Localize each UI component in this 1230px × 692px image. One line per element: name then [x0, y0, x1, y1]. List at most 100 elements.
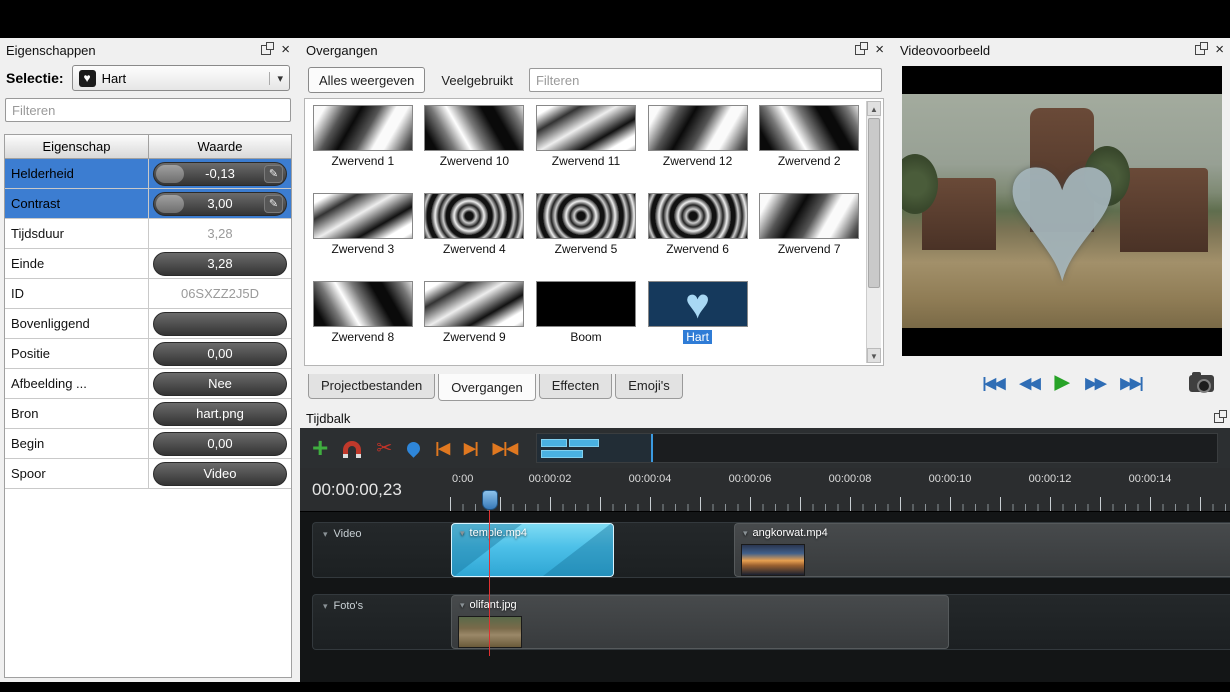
- undock-icon[interactable]: [1214, 410, 1227, 423]
- next-marker-button[interactable]: ▶|: [464, 439, 479, 457]
- edit-icon[interactable]: ✎: [264, 194, 283, 213]
- table-row[interactable]: Begin 0,00: [5, 429, 291, 459]
- value-pill[interactable]: 0,00: [153, 431, 287, 456]
- undock-icon[interactable]: [855, 42, 869, 55]
- value-pill[interactable]: hart.png: [153, 401, 287, 426]
- table-row[interactable]: Bron hart.png: [5, 399, 291, 429]
- edit-icon[interactable]: ✎: [264, 164, 283, 183]
- properties-filter-input[interactable]: [5, 98, 291, 122]
- scrollbar-thumb[interactable]: [868, 118, 880, 288]
- table-row[interactable]: ID 06SXZZ2J5D: [5, 279, 291, 309]
- jump-end-button[interactable]: ▶▶|: [1120, 374, 1143, 392]
- clip-name-text: angkorwat.mp4: [752, 527, 828, 539]
- table-row[interactable]: Positie 0,00: [5, 339, 291, 369]
- scroll-down-icon[interactable]: ▼: [867, 348, 881, 363]
- timeline-ruler[interactable]: 00:00:00,23 0:00 00:00:02 00:00:04 00:00…: [300, 468, 1230, 512]
- tab-project-files[interactable]: Projectbestanden: [308, 374, 436, 399]
- transition-thumbnail: [647, 193, 748, 239]
- center-playhead-button[interactable]: ▶|◀: [493, 439, 518, 457]
- undock-icon[interactable]: [261, 42, 275, 55]
- table-row[interactable]: Afbeelding ... Nee: [5, 369, 291, 399]
- tab-show-all[interactable]: Alles weergeven: [308, 67, 426, 93]
- transition-item[interactable]: Zwervend 2: [753, 105, 865, 193]
- fast-forward-button[interactable]: ▶▶: [1085, 374, 1106, 392]
- collapse-icon[interactable]: ▾: [323, 601, 328, 612]
- transition-item[interactable]: Zwervend 7: [753, 193, 865, 281]
- tab-common[interactable]: Veelgebruikt: [431, 67, 523, 93]
- playhead-handle[interactable]: [482, 490, 498, 510]
- transition-item[interactable]: Zwervend 11: [530, 105, 642, 193]
- transition-item[interactable]: Zwervend 8: [307, 281, 419, 363]
- value-pill[interactable]: [153, 311, 287, 336]
- transition-item-selected[interactable]: ♥ Hart: [642, 281, 754, 363]
- clip-menu-icon[interactable]: ▾: [460, 528, 465, 539]
- tab-transitions[interactable]: Overgangen: [438, 374, 536, 401]
- snapping-toggle-button[interactable]: [343, 441, 362, 458]
- value-pill[interactable]: 3,28: [153, 251, 287, 276]
- value-slider[interactable]: -0,13 ✎: [153, 161, 287, 186]
- play-button[interactable]: ▶: [1055, 371, 1070, 394]
- transition-item[interactable]: Zwervend 9: [419, 281, 531, 363]
- selection-dropdown[interactable]: ♥ Hart ▾: [71, 65, 290, 91]
- close-icon[interactable]: ×: [1215, 42, 1224, 57]
- transition-thumbnail: [759, 105, 860, 151]
- jump-start-button[interactable]: |◀◀: [982, 374, 1005, 392]
- track-label[interactable]: ▾ Video: [323, 528, 361, 540]
- clip-temple[interactable]: ▾ temple.mp4: [451, 523, 614, 577]
- slider-handle[interactable]: [156, 194, 184, 213]
- transition-item[interactable]: Boom: [530, 281, 642, 363]
- transition-name: Boom: [570, 330, 602, 344]
- transition-item[interactable]: Zwervend 10: [419, 105, 531, 193]
- table-row[interactable]: Helderheid -0,13 ✎: [5, 159, 291, 189]
- transition-item[interactable]: Zwervend 5: [530, 193, 642, 281]
- previous-marker-button[interactable]: |◀: [435, 439, 450, 457]
- clip-menu-icon[interactable]: ▾: [743, 528, 748, 539]
- snapshot-camera-button[interactable]: [1189, 372, 1214, 393]
- playback-controls: |◀◀ ◀◀ ▶ ▶▶ ▶▶|: [894, 371, 1230, 394]
- transition-item[interactable]: Zwervend 12: [642, 105, 754, 193]
- clip-menu-icon[interactable]: ▾: [460, 600, 465, 611]
- track-name-text: Video: [333, 528, 362, 540]
- scrollbar[interactable]: ▲ ▼: [866, 101, 881, 363]
- property-value: 0,00: [207, 436, 233, 451]
- value-pill[interactable]: Nee: [153, 371, 287, 396]
- transition-item[interactable]: Zwervend 4: [419, 193, 531, 281]
- value-slider[interactable]: 3,00 ✎: [153, 191, 287, 216]
- value-pill[interactable]: 0,00: [153, 341, 287, 366]
- transition-name: Zwervend 4: [443, 242, 506, 256]
- zoom-window-handle[interactable]: [537, 434, 654, 462]
- value-pill[interactable]: Video: [153, 461, 287, 486]
- table-row[interactable]: Tijdsduur 3,28: [5, 219, 291, 249]
- add-marker-button[interactable]: [404, 438, 423, 458]
- undock-icon[interactable]: [1195, 42, 1209, 55]
- clip-olifant[interactable]: ▾ olifant.jpg: [451, 595, 949, 649]
- add-track-button[interactable]: +: [312, 434, 328, 462]
- transition-item[interactable]: Zwervend 3: [307, 193, 419, 281]
- transition-item[interactable]: Zwervend 6: [642, 193, 754, 281]
- slider-handle[interactable]: [156, 164, 184, 183]
- track-label[interactable]: ▾ Foto's: [323, 600, 363, 612]
- razor-tool-button[interactable]: ✂: [376, 437, 392, 460]
- tab-effects[interactable]: Effecten: [538, 374, 613, 399]
- zoom-slider[interactable]: [536, 433, 1218, 463]
- close-icon[interactable]: ×: [875, 42, 884, 57]
- track-photos[interactable]: ▾ Foto's ▾ olifant.jpg: [312, 594, 1230, 650]
- transition-name: Zwervend 1: [331, 154, 395, 168]
- close-icon[interactable]: ×: [281, 42, 290, 57]
- tab-emoji[interactable]: Emoji's: [615, 374, 683, 399]
- transitions-filter-input[interactable]: [528, 68, 882, 92]
- transitions-title: Overgangen: [306, 42, 378, 58]
- table-row[interactable]: Bovenliggend: [5, 309, 291, 339]
- transition-thumbnail: [759, 193, 860, 239]
- rewind-button[interactable]: ◀◀: [1020, 374, 1041, 392]
- transition-item[interactable]: Zwervend 1: [307, 105, 419, 193]
- table-row[interactable]: Contrast 3,00 ✎: [5, 189, 291, 219]
- track-video[interactable]: ▾ Video ▾ temple.mp4 ▾ angkorwat.mp4: [312, 522, 1230, 578]
- scroll-up-icon[interactable]: ▲: [867, 101, 881, 116]
- ruler-label: 00:00:06: [728, 473, 772, 485]
- clip-angkorwat[interactable]: ▾ angkorwat.mp4: [734, 523, 1230, 577]
- table-row[interactable]: Einde 3,28: [5, 249, 291, 279]
- collapse-icon[interactable]: ▾: [323, 529, 328, 540]
- table-row[interactable]: Spoor Video: [5, 459, 291, 489]
- ruler-scale[interactable]: 0:00 00:00:02 00:00:04 00:00:06 00:00:08…: [450, 468, 1230, 511]
